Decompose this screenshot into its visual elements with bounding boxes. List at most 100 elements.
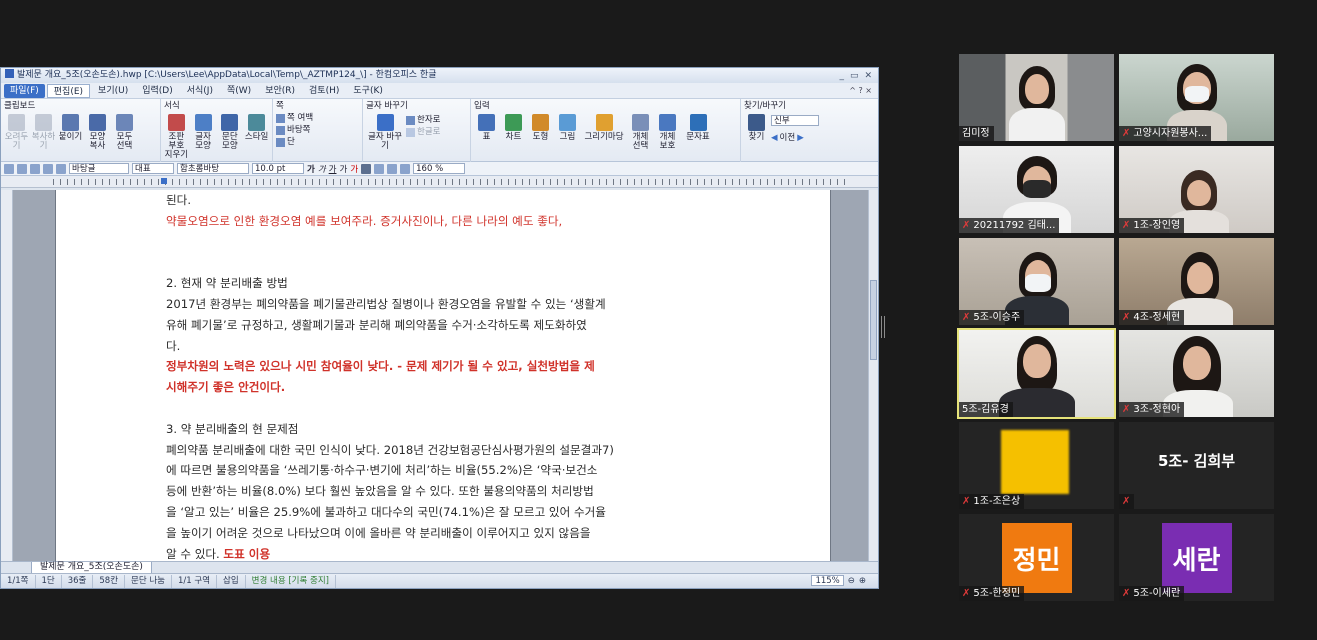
table-button[interactable]: 표 xyxy=(474,114,499,151)
mic-muted-icon: ✗ xyxy=(1122,496,1131,507)
format-copy-button[interactable]: 모양 복사 xyxy=(85,114,110,151)
face-mask xyxy=(1023,180,1051,198)
vertical-scrollbar[interactable] xyxy=(868,190,878,561)
font-combo[interactable]: 함초롬바탕 xyxy=(177,163,249,174)
superscript-button[interactable]: 가 xyxy=(339,163,347,175)
ribbon-controls[interactable]: ^ ? × xyxy=(849,86,872,95)
status-line: 36줄 xyxy=(62,574,94,588)
paste-button[interactable]: 붙이기 xyxy=(58,114,83,151)
object-select-button[interactable]: 개체 선택 xyxy=(628,114,653,151)
menu-review[interactable]: 검토(H) xyxy=(303,84,345,98)
close-button[interactable]: ✕ xyxy=(864,69,872,84)
status-zoom-combo[interactable]: 115% xyxy=(811,575,844,586)
document-body[interactable]: 된다. 약물오염으로 인한 환경오염 예를 보여주라. 증거사진이나, 다른 나… xyxy=(166,190,726,561)
video-tile[interactable]: ✗ 1조-조은상 xyxy=(959,422,1114,509)
status-insert-mode[interactable]: 삽입 xyxy=(217,574,246,588)
find-prev-button[interactable]: ◀ 이전 ▶ xyxy=(771,132,819,144)
para-shape-button[interactable]: 문단 모양 xyxy=(218,114,243,160)
align-center-icon[interactable] xyxy=(387,163,398,174)
document-area: 된다. 약물오염으로 인한 환경오염 예를 보여주라. 증거사진이나, 다른 나… xyxy=(1,190,878,561)
italic-button[interactable]: 가 xyxy=(318,163,326,175)
underline-button[interactable]: 가 xyxy=(329,163,337,175)
status-track-changes[interactable]: 변경 내용 [기록 중지] xyxy=(246,574,336,588)
find-input[interactable]: 신부 xyxy=(771,114,819,126)
zoom-in-icon[interactable]: ⊕ xyxy=(859,576,866,586)
video-tile[interactable]: ✗ 20211792 김태... xyxy=(959,146,1114,233)
scroll-thumb[interactable] xyxy=(870,280,877,360)
shape-button[interactable]: 도형 xyxy=(528,114,553,151)
select-all-button[interactable]: 모두 선택 xyxy=(112,114,137,151)
video-tile[interactable]: ✗ 4조-정세현 xyxy=(1119,238,1274,325)
cut-button[interactable]: 오려두기 xyxy=(4,114,29,151)
language-combo[interactable]: 대표 xyxy=(132,163,174,174)
mic-muted-icon: ✗ xyxy=(1122,588,1131,599)
indent-marker[interactable] xyxy=(161,178,167,184)
find-button[interactable]: 찾기 xyxy=(744,114,769,144)
drawing-gallery-button[interactable]: 그리기마당 xyxy=(582,114,626,151)
vertical-ruler[interactable] xyxy=(1,190,13,561)
menu-view[interactable]: 보기(U) xyxy=(92,84,134,98)
copy-button[interactable]: 복사하기 xyxy=(31,114,56,151)
style-combo[interactable]: 바탕글 xyxy=(69,163,129,174)
menu-format[interactable]: 서식(J) xyxy=(181,84,219,98)
minimize-button[interactable]: _ xyxy=(839,69,844,84)
chart-button[interactable]: 차트 xyxy=(501,114,526,151)
profile-image xyxy=(1001,430,1069,494)
font-color-button[interactable]: 가 xyxy=(350,163,358,175)
video-tile[interactable]: ✗ 3조-정현아 xyxy=(1119,330,1274,417)
page-margin-button[interactable]: 쪽 여백 xyxy=(276,112,359,124)
document-page[interactable]: 된다. 약물오염으로 인한 환경오염 예를 보여주라. 증거사진이나, 다른 나… xyxy=(55,190,831,561)
zoom-combo[interactable]: 160 % xyxy=(413,163,466,174)
maximize-button[interactable]: ▭ xyxy=(850,69,859,84)
person-face xyxy=(1183,346,1211,380)
undo-icon[interactable] xyxy=(56,163,66,174)
video-tile-active-speaker[interactable]: 5조-김유경 xyxy=(957,328,1116,419)
to-hangul-button[interactable]: 한글로 xyxy=(406,126,440,138)
panel-splitter-handle[interactable] xyxy=(881,316,885,338)
columns-button[interactable]: 단 xyxy=(276,136,359,148)
to-hanja-button[interactable]: 한자로 xyxy=(406,114,440,126)
columns-icon xyxy=(276,137,285,147)
video-tile[interactable]: ✗ 5조-이승주 xyxy=(959,238,1114,325)
mic-muted-icon: ✗ xyxy=(1122,312,1131,323)
menu-security[interactable]: 보안(R) xyxy=(259,84,301,98)
align-justify-icon[interactable] xyxy=(361,163,372,174)
bold-button[interactable]: 가 xyxy=(307,163,315,175)
save-icon[interactable] xyxy=(30,163,40,174)
style-button[interactable]: 스타일 xyxy=(244,114,269,160)
new-doc-icon[interactable] xyxy=(4,163,14,174)
group-title-find: 찾기/바꾸기 xyxy=(744,101,786,111)
char-replace-button[interactable]: 글자 바꾸기 xyxy=(366,114,404,151)
mic-muted-icon: ✗ xyxy=(1122,220,1131,231)
clear-marks-button[interactable]: 조판 부호 지우기 xyxy=(164,114,189,160)
menu-edit[interactable]: 편집(E) xyxy=(46,83,91,98)
clipboard-icon xyxy=(62,114,79,131)
object-protect-button[interactable]: 개체 보호 xyxy=(655,114,680,151)
horizontal-ruler[interactable] xyxy=(1,176,878,188)
zoom-out-icon[interactable]: ⊖ xyxy=(848,576,855,586)
master-page-button[interactable]: 바탕쪽 xyxy=(276,124,359,136)
video-tile[interactable]: 5조- 김희부 ✗ xyxy=(1119,422,1274,509)
video-tile[interactable]: 정민 ✗ 5조-한정민 xyxy=(959,514,1114,601)
person-face xyxy=(1187,180,1211,206)
video-tile[interactable]: 세란 ✗ 5조-이세란 xyxy=(1119,514,1274,601)
status-zoom: 115% ⊖ ⊕ xyxy=(811,575,866,586)
menu-tools[interactable]: 도구(K) xyxy=(347,84,389,98)
picture-button[interactable]: 그림 xyxy=(555,114,580,151)
video-tile[interactable]: ✗ 고양시자원봉사... xyxy=(1119,54,1274,141)
align-right-icon[interactable] xyxy=(400,163,411,174)
ribbon-group-clipboard: 클립보드 오려두기 복사하기 붙이기 모양 복사 모두 선택 xyxy=(1,99,161,162)
open-icon[interactable] xyxy=(17,163,27,174)
video-tile[interactable]: ✗ 1조-장인영 xyxy=(1119,146,1274,233)
align-left-icon[interactable] xyxy=(374,163,385,174)
menu-page[interactable]: 쪽(W) xyxy=(221,84,257,98)
symbol-button[interactable]: 문자표 xyxy=(682,114,714,151)
ribbon-group-page: 쪽 쪽 여백 바탕쪽 단 xyxy=(273,99,363,162)
video-tile[interactable]: 김미정 xyxy=(959,54,1114,141)
print-icon[interactable] xyxy=(43,163,53,174)
menu-file[interactable]: 파일(F) xyxy=(4,83,45,98)
font-size-combo[interactable]: 10.0 pt xyxy=(252,163,304,174)
group-title-format: 서식 xyxy=(164,101,180,111)
char-shape-button[interactable]: 글자 모양 xyxy=(191,114,216,160)
menu-input[interactable]: 입력(D) xyxy=(136,84,179,98)
